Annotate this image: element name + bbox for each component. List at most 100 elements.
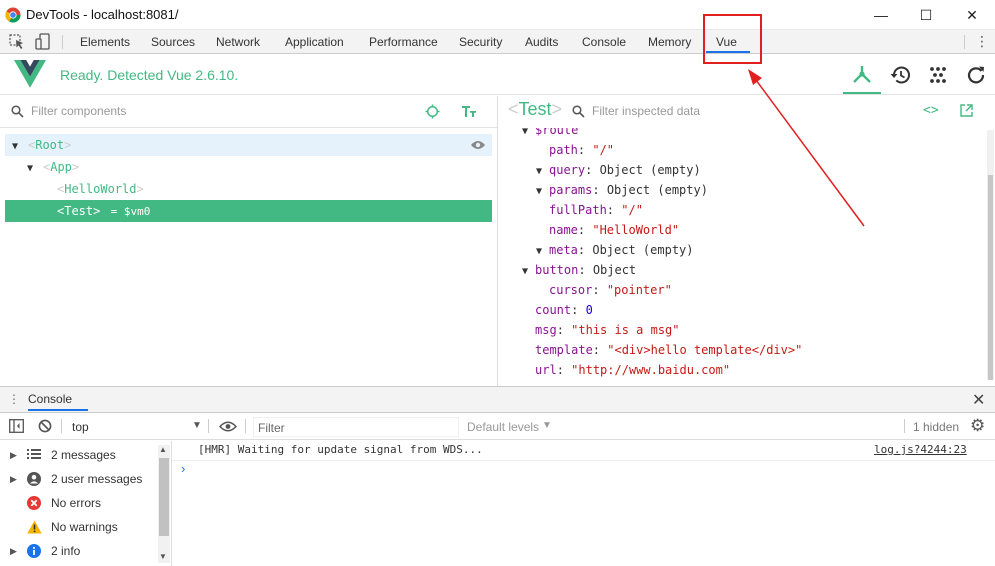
tree-node-helloworld[interactable]: <HelloWorld>	[5, 178, 492, 200]
prop-value: "HelloWorld"	[592, 223, 680, 237]
chevron-down-icon[interactable]: ▼	[192, 420, 202, 431]
console-sidebar-item-label: 2 messages	[51, 448, 116, 462]
format-names-icon[interactable]	[461, 104, 477, 119]
expand-toggle-icon[interactable]: ▼	[522, 128, 535, 142]
console-filter-input[interactable]: Filter	[253, 417, 459, 437]
show-sidebar-icon[interactable]	[9, 419, 24, 433]
select-component-icon[interactable]	[425, 104, 440, 119]
tab-network[interactable]: Network	[216, 30, 260, 54]
tab-elements[interactable]: Elements	[80, 30, 130, 54]
expand-toggle-icon[interactable]: ▼	[12, 136, 24, 158]
console-settings-gear-icon[interactable]: ⚙	[970, 416, 985, 436]
tab-console[interactable]: Console	[582, 30, 626, 54]
hidden-count: 1 hidden	[913, 420, 960, 434]
prop-value: Object (empty)	[599, 163, 701, 177]
prop-separator: :	[578, 263, 593, 277]
inspector-prop-row[interactable]: ▼ button: Object	[498, 260, 987, 280]
close-window-button[interactable]: ✕	[949, 0, 995, 30]
expand-toggle-icon[interactable]: ▶	[10, 467, 17, 491]
vue-status: Ready. Detected Vue 2.6.10.	[60, 67, 239, 83]
minimize-button[interactable]: —	[858, 0, 904, 30]
toolbar-separator	[61, 419, 62, 433]
window-title: DevTools - localhost:8081/	[26, 7, 179, 22]
user-icon	[27, 472, 41, 486]
scroll-up-icon[interactable]: ▲	[159, 445, 167, 454]
refresh-icon[interactable]	[963, 64, 989, 86]
info-icon	[27, 544, 41, 558]
tab-sources[interactable]: Sources	[151, 30, 195, 54]
console-sidebar-scrollbar-thumb[interactable]	[159, 458, 169, 536]
inspector-prop-row[interactable]: ▼ meta: Object (empty)	[498, 240, 987, 260]
inspector-prop-row: msg: "this is a msg"	[498, 320, 987, 340]
prop-value: Object (empty)	[592, 243, 694, 257]
scroll-down-icon[interactable]: ▼	[159, 552, 167, 561]
drawer-menu-icon[interactable]: ⋮	[8, 392, 20, 406]
prop-value: "this is a msg"	[571, 323, 680, 337]
prop-key: button	[535, 263, 579, 277]
filter-components-input[interactable]: Filter components	[31, 104, 126, 118]
console-sidebar-item[interactable]: ▶ 2 user messages	[10, 467, 160, 491]
toolbar-separator	[904, 419, 905, 433]
console-sidebar-item-label: No warnings	[51, 520, 118, 534]
inspected-component-name: <Test>	[508, 99, 563, 119]
expand-toggle-icon[interactable]: ▼	[536, 182, 549, 202]
clear-console-icon[interactable]	[38, 419, 52, 433]
chevron-down-icon[interactable]: ▼	[542, 420, 552, 431]
components-toolbar: Filter components	[0, 96, 497, 128]
filter-inspected-data-input[interactable]: Filter inspected data	[592, 104, 700, 118]
console-log-message: [HMR] Waiting for update signal from WDS…	[198, 443, 483, 456]
list-icon	[27, 448, 41, 460]
more-options-icon[interactable]: ⋮	[975, 33, 989, 49]
open-in-editor-icon[interactable]	[960, 104, 973, 117]
eye-icon[interactable]	[470, 140, 486, 150]
context-selector[interactable]: top	[72, 420, 89, 434]
close-drawer-icon[interactable]: ✕	[972, 390, 985, 410]
expand-toggle-icon[interactable]: ▼	[536, 162, 549, 182]
expand-toggle-icon[interactable]: ▼	[522, 262, 535, 282]
prop-key: template	[535, 343, 593, 357]
expand-toggle-icon[interactable]: ▶	[10, 443, 17, 467]
prop-key: name	[549, 223, 578, 237]
prop-separator: :	[556, 323, 572, 337]
vuex-icon[interactable]	[925, 64, 951, 86]
prop-value: Object (empty)	[606, 183, 708, 197]
prop-key: params	[549, 183, 593, 197]
maximize-button[interactable]: ☐	[903, 0, 949, 30]
expand-toggle-icon[interactable]: ▼	[27, 158, 39, 180]
tab-memory[interactable]: Memory	[648, 30, 691, 54]
console-sidebar-item-label: 2 user messages	[51, 472, 143, 486]
console-sidebar-item[interactable]: No warnings	[10, 515, 160, 539]
tab-audits[interactable]: Audits	[525, 30, 558, 54]
inspect-dom-icon[interactable]: <>	[923, 103, 939, 118]
expand-toggle-icon[interactable]: ▶	[10, 539, 17, 563]
tree-node-test[interactable]: <Test> = $vm0	[5, 200, 492, 222]
console-sidebar-item[interactable]: ▶ 2 info	[10, 539, 160, 563]
inspect-element-icon[interactable]	[9, 34, 25, 50]
console-toolbar: top ▼ Default levels ▼ 1 hidden ⚙	[0, 414, 995, 440]
prop-separator: :	[585, 163, 600, 177]
tab-security[interactable]: Security	[459, 30, 502, 54]
toolbar-separator	[208, 419, 209, 433]
prop-value: "/"	[621, 203, 643, 217]
prop-value: "/"	[592, 143, 615, 157]
console-sidebar-item[interactable]: ▶ 2 messages	[10, 443, 160, 467]
annotation-highlight-box	[703, 14, 762, 64]
error-icon	[27, 496, 41, 510]
prop-key: count	[535, 303, 572, 317]
vue-logo-icon	[14, 60, 46, 88]
console-log-source-link[interactable]: log.js?4244:23	[874, 443, 967, 456]
log-levels-dropdown[interactable]: Default levels	[467, 420, 539, 434]
console-sidebar-item[interactable]: No errors	[10, 491, 160, 515]
console-prompt[interactable]: ›	[181, 461, 185, 476]
expand-toggle-icon[interactable]: ▼	[536, 242, 549, 262]
drawer-tab-console[interactable]: Console	[28, 392, 72, 406]
tab-application[interactable]: Application	[285, 30, 344, 54]
tree-node-app[interactable]: ▼ <App>	[5, 156, 492, 178]
live-expression-eye-icon[interactable]	[219, 421, 237, 432]
device-toolbar-icon[interactable]	[35, 33, 51, 51]
inspector-scrollbar-thumb[interactable]	[988, 175, 993, 380]
history-icon[interactable]	[888, 64, 914, 86]
tab-performance[interactable]: Performance	[369, 30, 438, 54]
tree-node-root[interactable]: ▼ <Root>	[5, 134, 492, 156]
console-sidebar-item-label: 2 info	[51, 544, 81, 558]
